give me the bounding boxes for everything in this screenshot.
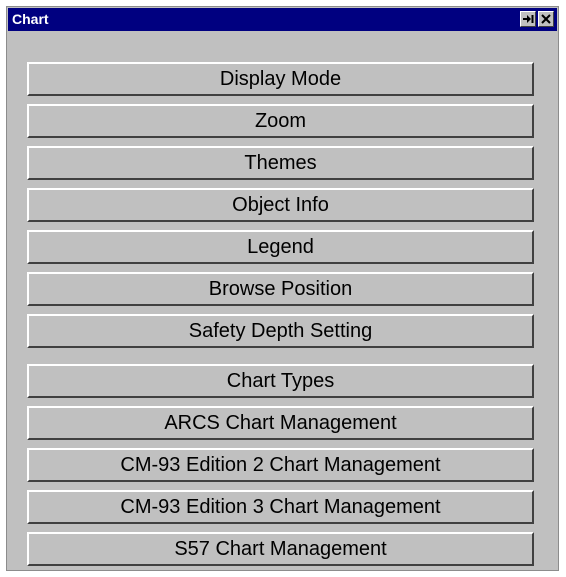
pin-icon: [523, 15, 534, 23]
browse-position-button[interactable]: Browse Position: [27, 272, 534, 306]
close-icon: [541, 14, 551, 24]
chart-types-button[interactable]: Chart Types: [27, 364, 534, 398]
s57-chart-management-button[interactable]: S57 Chart Management: [27, 532, 534, 566]
safety-depth-setting-button[interactable]: Safety Depth Setting: [27, 314, 534, 348]
arcs-chart-management-button[interactable]: ARCS Chart Management: [27, 406, 534, 440]
chart-panel: Chart Display Mode Zoom Themes Object In…: [6, 6, 559, 571]
title-bar[interactable]: Chart: [8, 8, 557, 31]
pin-button[interactable]: [520, 11, 536, 27]
object-info-button[interactable]: Object Info: [27, 188, 534, 222]
display-mode-button[interactable]: Display Mode: [27, 62, 534, 96]
cm93-edition3-chart-management-button[interactable]: CM-93 Edition 3 Chart Management: [27, 490, 534, 524]
themes-button[interactable]: Themes: [27, 146, 534, 180]
legend-button[interactable]: Legend: [27, 230, 534, 264]
close-button[interactable]: [538, 11, 554, 27]
cm93-edition2-chart-management-button[interactable]: CM-93 Edition 2 Chart Management: [27, 448, 534, 482]
window-title: Chart: [12, 11, 49, 27]
zoom-button[interactable]: Zoom: [27, 104, 534, 138]
